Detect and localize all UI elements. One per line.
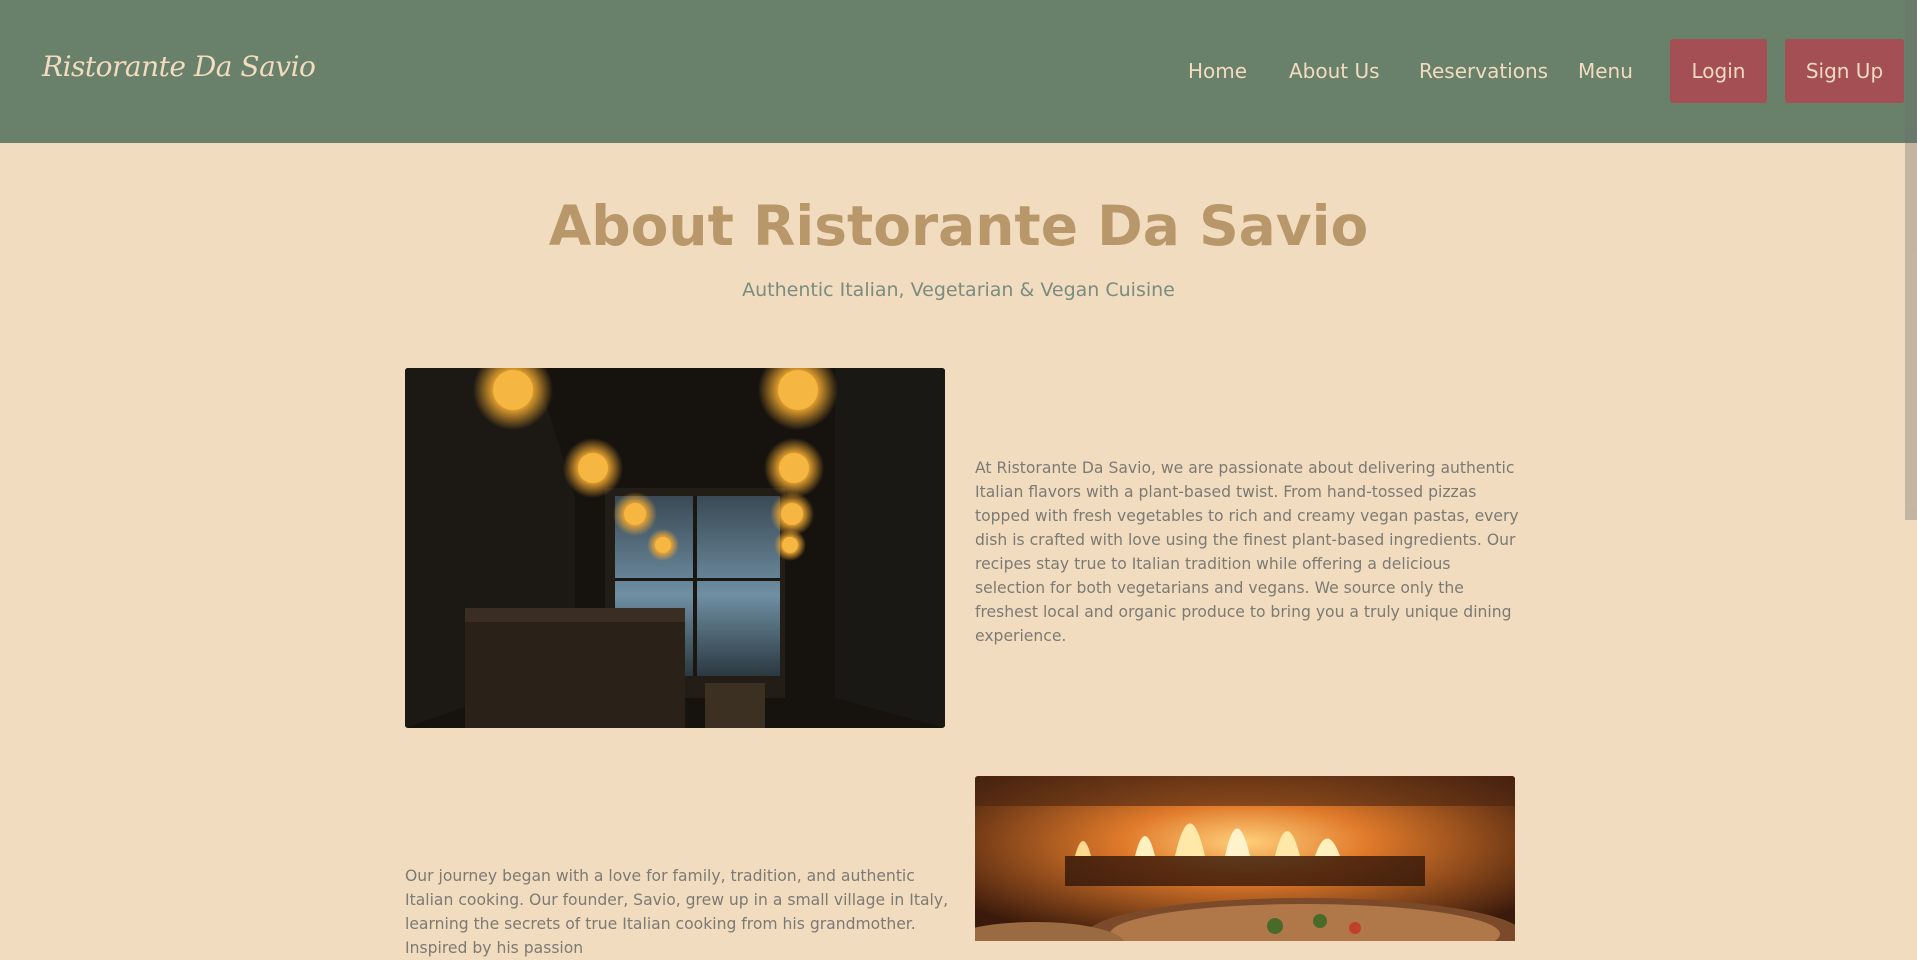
page-subtitle: Authentic Italian, Vegetarian & Vegan Cu… — [742, 279, 1175, 301]
nav-link-home[interactable]: Home — [1188, 58, 1247, 84]
page-scrollbar[interactable] — [1905, 0, 1917, 941]
scrollbar-thumb[interactable] — [1905, 0, 1917, 520]
about-paragraph: At Ristorante Da Savio, we are passionat… — [975, 459, 1519, 645]
wood-fired-oven-image — [975, 776, 1515, 941]
nav-link-reservations[interactable]: Reservations — [1419, 58, 1548, 84]
navbar: Ristorante Da Savio Home About Us Reserv… — [0, 0, 1917, 143]
restaurant-interior-image — [405, 368, 945, 728]
nav-link-about-us[interactable]: About Us — [1289, 58, 1380, 84]
brand-logo[interactable]: Ristorante Da Savio — [42, 50, 316, 83]
nav-link-menu[interactable]: Menu — [1578, 58, 1633, 84]
page-title: About Ristorante Da Savio — [548, 194, 1369, 258]
signup-button[interactable]: Sign Up — [1785, 39, 1904, 103]
history-paragraph: Our journey began with a love for family… — [405, 867, 949, 957]
login-button[interactable]: Login — [1670, 39, 1767, 103]
